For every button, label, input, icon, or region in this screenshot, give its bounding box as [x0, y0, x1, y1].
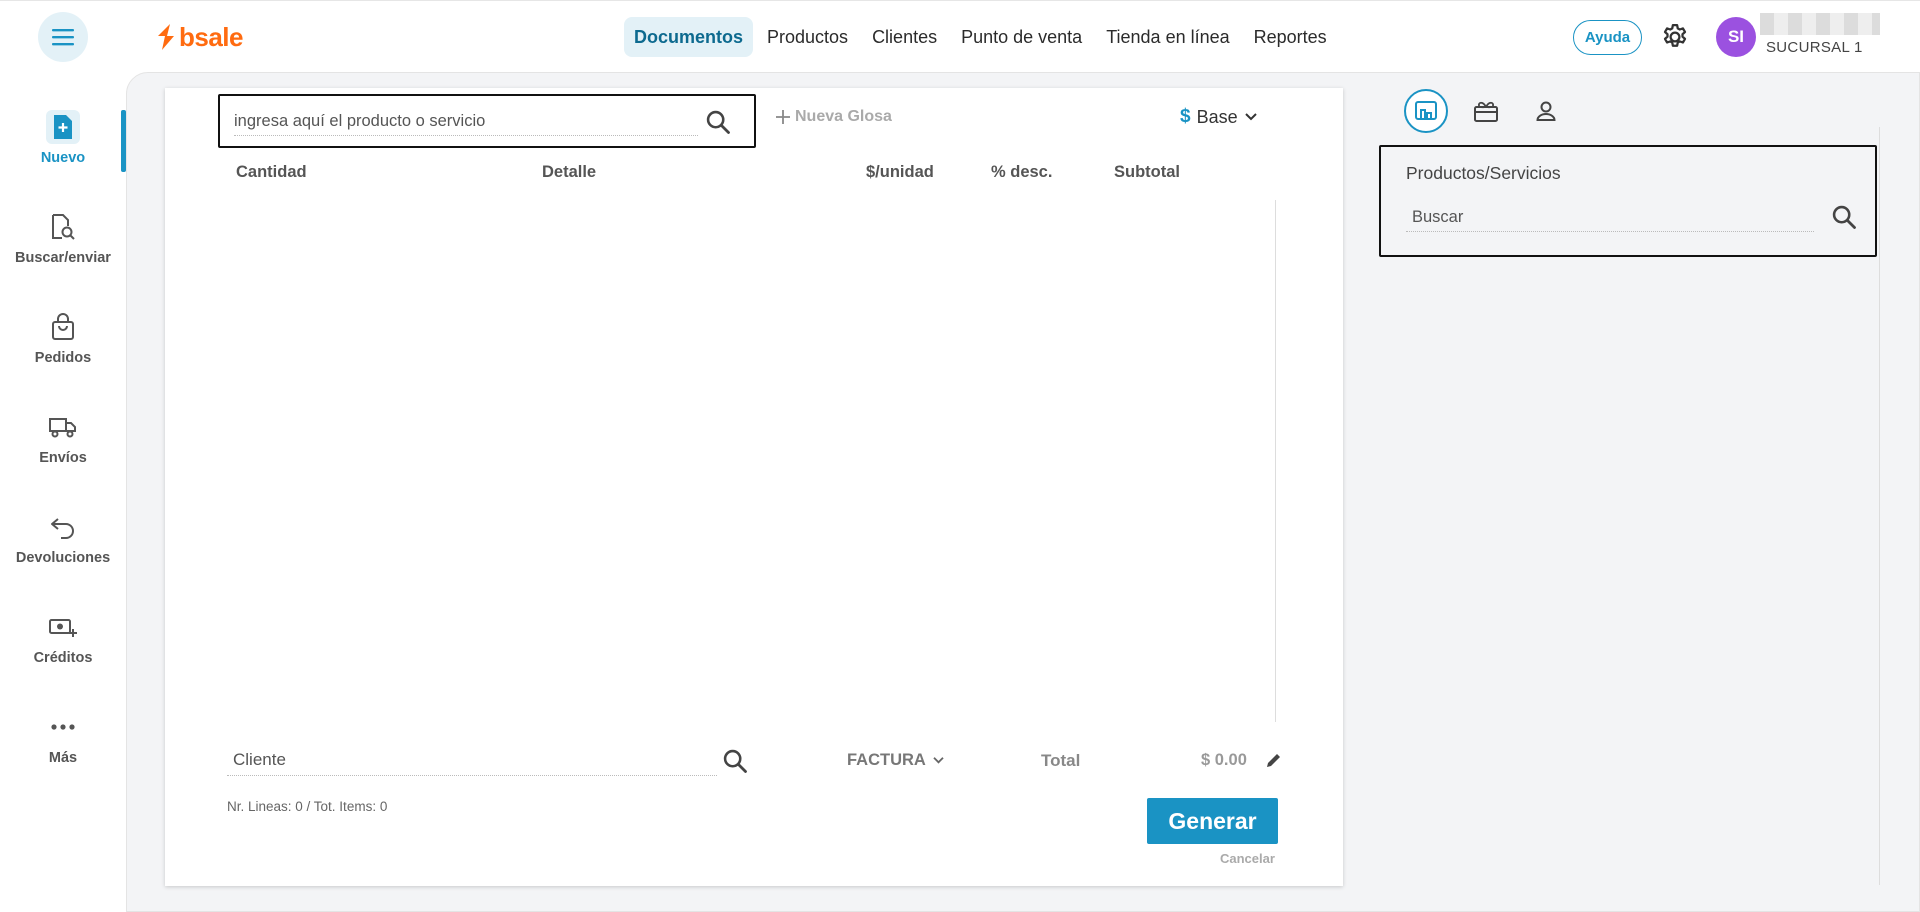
product-search-box [218, 94, 756, 148]
hamburger-icon [52, 29, 74, 46]
top-bar: bsale Documentos Productos Clientes Punt… [0, 0, 1920, 72]
sidebar-item-label: Créditos [33, 650, 93, 666]
products-tab-icon [1415, 101, 1437, 120]
chevron-down-icon [1244, 113, 1257, 121]
user-icon [1536, 101, 1556, 121]
generate-button[interactable]: Generar [1147, 798, 1278, 844]
return-arrow-icon [46, 510, 80, 544]
client-input[interactable] [227, 744, 717, 776]
sidebar-item-envios[interactable]: Envíos [0, 410, 126, 490]
chevron-down-icon [933, 757, 944, 764]
sidebar-item-devoluciones[interactable]: Devoluciones [0, 510, 126, 590]
tab-products[interactable] [1404, 89, 1448, 133]
tab-customer[interactable] [1524, 89, 1568, 133]
more-dots-icon [46, 710, 80, 744]
search-icon[interactable] [721, 747, 749, 775]
bsale-logo-icon [158, 24, 174, 50]
plus-icon [776, 110, 790, 124]
tab-gift-cards[interactable] [1464, 89, 1508, 133]
column-header-cantidad: Cantidad [236, 163, 307, 181]
nav-punto-de-venta[interactable]: Punto de venta [951, 17, 1092, 57]
column-header-discount: % desc. [991, 163, 1053, 181]
sidebar-item-buscar-enviar[interactable]: Buscar/enviar [0, 210, 126, 290]
total-value: $ 0.00 [1201, 751, 1247, 769]
nav-clientes[interactable]: Clientes [862, 17, 947, 57]
dollar-icon: $ [1180, 106, 1191, 127]
sidebar-item-label: Pedidos [34, 350, 92, 366]
price-list-label: Base [1196, 106, 1238, 127]
sidebar-item-creditos[interactable]: Créditos [0, 610, 126, 690]
column-header-detalle: Detalle [542, 163, 597, 181]
sidebar-item-mas[interactable]: Más [0, 710, 126, 790]
sidebar-item-label: Buscar/enviar [15, 250, 111, 266]
document-type-label: FACTURA [847, 751, 926, 769]
search-icon[interactable] [1830, 203, 1858, 231]
total-label: Total [1041, 751, 1081, 770]
sidebar-item-label: Envíos [39, 450, 87, 466]
lines-scrollbar-track[interactable] [1275, 200, 1276, 722]
money-plus-icon [46, 610, 80, 644]
cancel-link[interactable]: Cancelar [1220, 851, 1275, 866]
sidebar: Nuevo Buscar/enviar Pedidos Envíos Devol… [0, 72, 126, 912]
gift-card-icon [1474, 101, 1498, 122]
sidebar-item-pedidos[interactable]: Pedidos [0, 310, 126, 390]
column-header-unit-price: $/unidad [866, 163, 934, 181]
nav-documentos[interactable]: Documentos [624, 17, 754, 57]
sidebar-item-label: Más [48, 750, 78, 766]
price-list-select[interactable]: $ Base [1180, 106, 1258, 128]
user-name-redacted [1760, 13, 1880, 35]
new-gloss-button[interactable]: Nueva Glosa [775, 108, 892, 126]
nav-productos[interactable]: Productos [757, 17, 858, 57]
sidebar-item-nuevo[interactable]: Nuevo [0, 110, 126, 190]
product-search-input[interactable] [234, 108, 698, 136]
nav-tienda-en-linea[interactable]: Tienda en línea [1096, 17, 1239, 57]
lines-summary: Nr. Lineas: 0 / Tot. Items: 0 [227, 799, 388, 814]
search-icon[interactable] [704, 108, 732, 136]
document-type-select[interactable]: FACTURA [847, 751, 945, 770]
truck-icon [46, 410, 80, 444]
new-gloss-label: Nueva Glosa [795, 108, 892, 125]
panel-divider [1879, 127, 1880, 885]
branch-name[interactable]: SUCURSAL 1 [1766, 39, 1863, 56]
menu-button[interactable] [38, 12, 88, 62]
avatar[interactable]: SI [1716, 17, 1756, 57]
shopping-bag-icon [46, 310, 80, 344]
sidebar-item-label: Devoluciones [15, 550, 111, 566]
products-services-panel: Productos/Servicios [1379, 145, 1877, 257]
new-document-icon [46, 110, 80, 144]
sidebar-item-label: Nuevo [40, 150, 86, 166]
help-button[interactable]: Ayuda [1573, 20, 1642, 55]
brand-name: bsale [179, 21, 244, 52]
column-header-subtotal: Subtotal [1114, 163, 1180, 181]
document-search-icon [46, 210, 80, 244]
nav-reportes[interactable]: Reportes [1244, 17, 1337, 57]
pencil-icon[interactable] [1264, 750, 1284, 770]
gear-icon[interactable] [1660, 22, 1690, 52]
product-catalog-search-input[interactable] [1406, 204, 1814, 232]
client-field-wrapper [227, 744, 717, 776]
main-nav: Documentos Productos Clientes Punto de v… [624, 17, 1337, 57]
bsale-logo[interactable]: bsale [155, 21, 244, 53]
document-panel: Nueva Glosa $ Base Cantidad Detalle $/un… [165, 88, 1343, 886]
panel-title: Productos/Servicios [1406, 163, 1561, 183]
